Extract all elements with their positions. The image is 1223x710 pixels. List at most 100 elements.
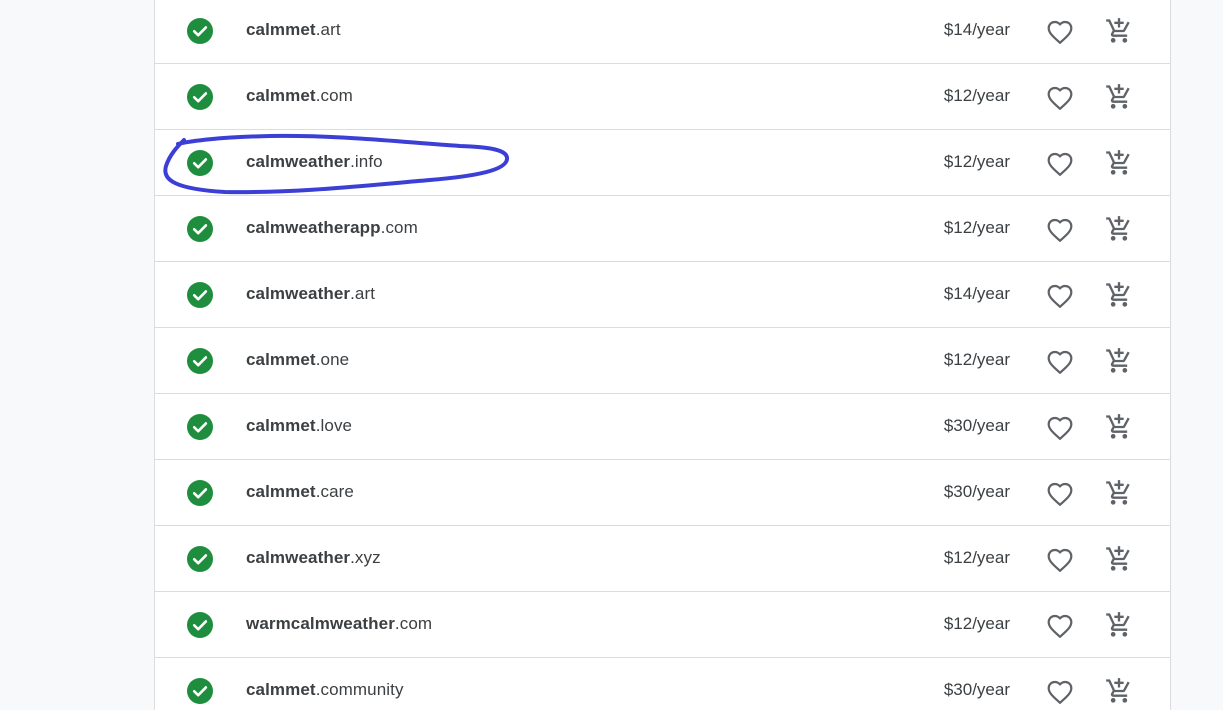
domain-price: $30/year xyxy=(943,680,1010,699)
check-circle-icon xyxy=(187,414,213,440)
domain-result-row[interactable]: warmcalmweather.com $12/year xyxy=(155,592,1170,658)
check-circle-icon xyxy=(187,612,213,638)
page: calmmet.art $14/year calmmet.com $12/yea… xyxy=(0,0,1223,710)
favorite-button[interactable] xyxy=(1042,214,1078,246)
add-shopping-cart-icon xyxy=(1105,215,1133,243)
domain-name[interactable]: calmmet.care xyxy=(246,482,354,502)
add-to-cart-button[interactable] xyxy=(1101,14,1137,48)
domain-result-row[interactable]: calmweather.xyz $12/year xyxy=(155,526,1170,592)
domain-price: $14/year xyxy=(943,284,1010,303)
favorite-button[interactable] xyxy=(1042,280,1078,312)
domain-price: $12/year xyxy=(943,86,1010,105)
domain-result-row[interactable]: calmweather.art $14/year xyxy=(155,262,1170,328)
domain-price: $12/year xyxy=(943,548,1010,567)
domain-result-row[interactable]: calmmet.one $12/year xyxy=(155,328,1170,394)
favorite-button[interactable] xyxy=(1042,412,1078,444)
domain-sld: warmcalmweather xyxy=(246,614,395,633)
heart-outline-icon xyxy=(1046,85,1074,111)
domain-tld: .info xyxy=(350,152,383,171)
add-shopping-cart-icon xyxy=(1105,611,1133,639)
heart-outline-icon xyxy=(1046,151,1074,177)
heart-outline-icon xyxy=(1046,613,1074,639)
check-circle-icon xyxy=(187,18,213,44)
add-shopping-cart-icon xyxy=(1105,677,1133,705)
add-shopping-cart-icon xyxy=(1105,17,1133,45)
heart-outline-icon xyxy=(1046,217,1074,243)
domain-sld: calmmet xyxy=(246,86,316,105)
domain-name[interactable]: calmweather.xyz xyxy=(246,548,381,568)
add-to-cart-button[interactable] xyxy=(1101,146,1137,180)
domain-sld: calmweatherapp xyxy=(246,218,381,237)
favorite-button[interactable] xyxy=(1042,478,1078,510)
domain-tld: .com xyxy=(380,218,418,237)
domain-price: $12/year xyxy=(943,152,1010,171)
add-shopping-cart-icon xyxy=(1105,479,1133,507)
domain-tld: .care xyxy=(315,482,354,501)
domain-name[interactable]: calmmet.com xyxy=(246,86,353,106)
domain-tld: .love xyxy=(315,416,353,435)
domain-price: $30/year xyxy=(943,482,1010,501)
add-to-cart-button[interactable] xyxy=(1101,80,1137,114)
add-shopping-cart-icon xyxy=(1105,347,1133,375)
domain-name[interactable]: warmcalmweather.com xyxy=(246,614,432,634)
domain-results-list: calmmet.art $14/year calmmet.com $12/yea… xyxy=(154,0,1171,710)
check-circle-icon xyxy=(187,348,213,374)
domain-name[interactable]: calmmet.art xyxy=(246,20,341,40)
add-to-cart-button[interactable] xyxy=(1101,212,1137,246)
domain-sld: calmmet xyxy=(246,350,316,369)
domain-result-row[interactable]: calmmet.art $14/year xyxy=(155,0,1170,64)
domain-price: $14/year xyxy=(943,20,1010,39)
favorite-button[interactable] xyxy=(1042,148,1078,180)
domain-price: $30/year xyxy=(943,416,1010,435)
domain-result-row[interactable]: calmweatherapp.com $12/year xyxy=(155,196,1170,262)
domain-name[interactable]: calmweather.art xyxy=(246,284,375,304)
heart-outline-icon xyxy=(1046,679,1074,705)
check-circle-icon xyxy=(187,150,213,176)
domain-sld: calmweather xyxy=(246,152,351,171)
check-circle-icon xyxy=(187,84,213,110)
domain-sld: calmmet xyxy=(246,680,316,699)
favorite-button[interactable] xyxy=(1042,676,1078,708)
favorite-button[interactable] xyxy=(1042,16,1078,48)
add-to-cart-button[interactable] xyxy=(1101,542,1137,576)
add-shopping-cart-icon xyxy=(1105,149,1133,177)
domain-sld: calmweather xyxy=(246,284,351,303)
domain-tld: .com xyxy=(315,86,353,105)
domain-tld: .art xyxy=(350,284,376,303)
add-to-cart-button[interactable] xyxy=(1101,476,1137,510)
add-shopping-cart-icon xyxy=(1105,281,1133,309)
check-circle-icon xyxy=(187,678,213,704)
domain-name[interactable]: calmweather.info xyxy=(246,152,383,172)
check-circle-icon xyxy=(187,216,213,242)
domain-sld: calmmet xyxy=(246,20,316,39)
domain-result-row[interactable]: calmmet.community $30/year xyxy=(155,658,1170,710)
heart-outline-icon xyxy=(1046,283,1074,309)
domain-sld: calmmet xyxy=(246,482,316,501)
add-to-cart-button[interactable] xyxy=(1101,674,1137,708)
domain-name[interactable]: calmmet.community xyxy=(246,680,404,700)
domain-tld: .xyz xyxy=(350,548,381,567)
domain-name[interactable]: calmweatherapp.com xyxy=(246,218,418,238)
heart-outline-icon xyxy=(1046,19,1074,45)
check-circle-icon xyxy=(187,282,213,308)
add-to-cart-button[interactable] xyxy=(1101,608,1137,642)
domain-name[interactable]: calmmet.love xyxy=(246,416,352,436)
heart-outline-icon xyxy=(1046,349,1074,375)
add-to-cart-button[interactable] xyxy=(1101,410,1137,444)
domain-result-row[interactable]: calmmet.love $30/year xyxy=(155,394,1170,460)
domain-result-row[interactable]: calmmet.com $12/year xyxy=(155,64,1170,130)
add-to-cart-button[interactable] xyxy=(1101,344,1137,378)
favorite-button[interactable] xyxy=(1042,544,1078,576)
domain-result-row-highlighted[interactable]: calmweather.info $12/year xyxy=(155,130,1170,196)
check-circle-icon xyxy=(187,546,213,572)
check-circle-icon xyxy=(187,480,213,506)
domain-tld: .com xyxy=(394,614,433,633)
favorite-button[interactable] xyxy=(1042,82,1078,114)
domain-result-row[interactable]: calmmet.care $30/year xyxy=(155,460,1170,526)
favorite-button[interactable] xyxy=(1042,346,1078,378)
favorite-button[interactable] xyxy=(1042,610,1078,642)
heart-outline-icon xyxy=(1046,415,1074,441)
domain-name[interactable]: calmmet.one xyxy=(246,350,349,370)
add-to-cart-button[interactable] xyxy=(1101,278,1137,312)
domain-tld: .art xyxy=(315,20,341,39)
